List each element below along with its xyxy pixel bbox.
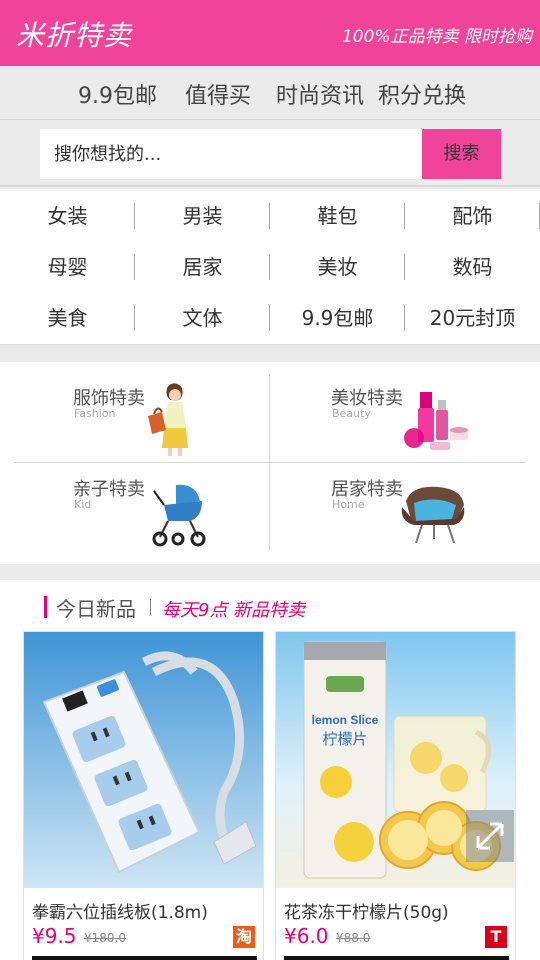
search-input[interactable] (40, 129, 422, 179)
category-accessories[interactable]: 配饰 (405, 191, 540, 242)
category-stationery[interactable]: 文体 (135, 293, 270, 344)
nav-item-points-exchange[interactable]: 积分兑换 (378, 78, 466, 110)
product-price: ¥6.0 (284, 924, 329, 948)
search-button[interactable]: 搜索 (422, 129, 501, 179)
product-image[interactable] (24, 632, 263, 888)
top-nav: 9.9包邮 值得买 时尚资讯 积分兑换 (0, 66, 540, 120)
category-divider (269, 203, 270, 229)
nav-item-9-9[interactable]: 9.9包邮 (78, 78, 157, 110)
card-footer-bar (284, 956, 509, 960)
title-divider (150, 599, 151, 615)
app-page: 米折特卖 100%正品特卖 限时抢购 9.9包邮 值得买 时尚资讯 积分兑换 搜… (0, 0, 540, 960)
product-original-price: ¥88.0 (336, 931, 371, 945)
category-divider (404, 305, 405, 331)
category-divider (134, 203, 135, 229)
category-makeup[interactable]: 美妆 (270, 242, 405, 293)
category-divider (404, 254, 405, 280)
category-shoes-bags[interactable]: 鞋包 (270, 191, 405, 242)
package-label-en: lemon Slice (312, 713, 379, 727)
category-men[interactable]: 男装 (135, 191, 270, 242)
product-price: ¥9.5 (32, 924, 77, 948)
category-divider (134, 305, 135, 331)
feature-fashion[interactable]: 服饰特卖 Fashion (0, 362, 269, 462)
nav-item-worth-buying[interactable]: 值得买 (185, 78, 251, 110)
category-digital[interactable]: 数码 (405, 242, 540, 293)
app-header: 米折特卖 100%正品特卖 限时抢购 (0, 0, 540, 66)
new-today-subtitle: 每天9点 新品特卖 (162, 600, 306, 621)
header-slogan: 100%正品特卖 限时抢购 (341, 27, 532, 47)
feature-kid-sub: Kid (74, 498, 92, 511)
feature-beauty-sub: Beauty (332, 407, 371, 420)
stroller-image (152, 484, 206, 547)
taobao-badge-icon: 淘 (233, 926, 255, 948)
product-name[interactable]: 拳霸六位插线板(1.8m) (32, 898, 208, 923)
category-grid: 女装 男装 鞋包 配饰 母婴 居家 美妆 数码 美食 文体 9.9包邮 20元封… (0, 189, 540, 344)
cosmetics-image (404, 392, 468, 450)
product-original-price: ¥180.0 (84, 931, 126, 945)
category-divider (269, 305, 270, 331)
category-20-cap[interactable]: 20元封顶 (405, 293, 540, 344)
category-divider (134, 254, 135, 280)
category-baby[interactable]: 母婴 (0, 242, 135, 293)
category-divider (269, 254, 270, 280)
feature-home[interactable]: 居家特卖 Home (270, 463, 540, 563)
category-9-9-shipping[interactable]: 9.9包邮 (270, 293, 405, 344)
lemon-slice-image: lemon Slice 柠檬片 (276, 632, 515, 888)
feature-kid[interactable]: 亲子特卖 Kid (0, 463, 269, 563)
product-name[interactable]: 花茶冻干柠檬片(50g) (284, 898, 449, 923)
feature-grid: 服饰特卖 Fashion 美妆特卖 Beauty 亲子特卖 Kid 居家特卖 H… (0, 362, 540, 564)
product-image[interactable]: lemon Slice 柠檬片 (276, 632, 515, 888)
woman-shopping-image (148, 383, 188, 456)
category-divider (404, 203, 405, 229)
new-today-section: 今日新品 每天9点 新品特卖 拳霸六位插线板(1.8m) ¥9.5 ¥180.0… (0, 580, 540, 960)
category-food[interactable]: 美食 (0, 293, 135, 344)
category-women[interactable]: 女装 (0, 191, 135, 242)
package-label-cn: 柠檬片 (322, 730, 367, 748)
product-card[interactable]: 拳霸六位插线板(1.8m) ¥9.5 ¥180.0 淘 (23, 631, 264, 960)
section-marker (44, 596, 47, 618)
tmall-badge-icon: T (485, 926, 507, 948)
product-card[interactable]: lemon Slice 柠檬片 花茶冻干柠檬片(50g) ¥6.0 ¥88.0 … (275, 631, 516, 960)
power-strip-image (24, 632, 263, 888)
category-home[interactable]: 居家 (135, 242, 270, 293)
section-gap (0, 564, 540, 580)
app-title[interactable]: 米折特卖 (16, 14, 132, 54)
armchair-image (401, 486, 465, 544)
search-bar: 搜索 (0, 121, 540, 187)
card-footer-bar (32, 956, 257, 960)
feature-fashion-sub: Fashion (74, 407, 116, 420)
new-today-title: 今日新品 (56, 597, 136, 621)
section-gap (0, 344, 540, 362)
feature-beauty[interactable]: 美妆特卖 Beauty (270, 362, 540, 462)
nav-item-fashion-news[interactable]: 时尚资讯 (276, 78, 364, 110)
feature-home-sub: Home (332, 498, 365, 511)
